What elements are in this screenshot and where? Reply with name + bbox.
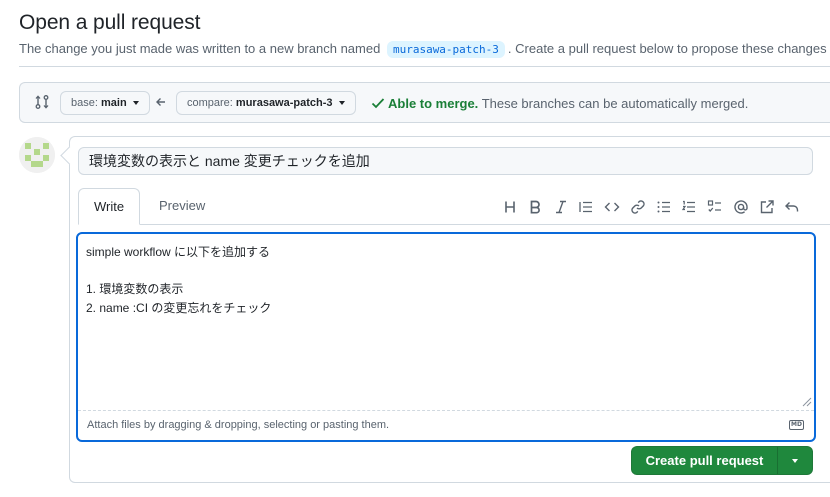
heading-icon[interactable] <box>502 199 518 215</box>
page-subtitle: The change you just made was written to … <box>19 41 827 58</box>
comment-body-textarea[interactable] <box>78 234 814 410</box>
unordered-list-icon[interactable] <box>656 199 672 215</box>
italic-icon[interactable] <box>553 199 569 215</box>
merge-message: These branches can be automatically merg… <box>481 96 749 111</box>
resize-handle-icon[interactable] <box>800 395 812 407</box>
title-input[interactable]: 環境変数の表示と name 変更チェックを追加 <box>78 147 813 175</box>
header-divider <box>19 66 830 67</box>
tabs-divider <box>78 224 830 225</box>
attach-files-text: Attach files by dragging & dropping, sel… <box>87 419 390 431</box>
merge-status: Able to merge. These branches can be aut… <box>371 96 748 111</box>
subtitle-text-after: . Create a pull request below to propose… <box>507 41 827 56</box>
task-list-icon[interactable] <box>707 199 723 215</box>
cross-reference-icon[interactable] <box>759 199 775 215</box>
merge-ok-text: Able to merge. <box>388 96 479 111</box>
mention-icon[interactable] <box>733 199 749 215</box>
bold-icon[interactable] <box>527 199 543 215</box>
branch-range-bar: base: main compare: murasawa-patch-3 Abl… <box>19 82 830 123</box>
subtitle-text-before: The change you just made was written to … <box>19 41 381 56</box>
quote-icon[interactable] <box>578 199 594 215</box>
chevron-down-icon <box>338 101 345 106</box>
branch-name-badge: murasawa-patch-3 <box>386 41 505 58</box>
markdown-icon: MD <box>789 420 804 430</box>
base-branch-value: main <box>100 97 127 109</box>
compare-branch-value: murasawa-patch-3 <box>235 97 333 109</box>
code-icon[interactable] <box>604 199 620 215</box>
create-pull-request-label: Create pull request <box>645 453 764 468</box>
arrow-left-icon <box>156 98 165 106</box>
base-branch-prefix: base: <box>71 97 98 109</box>
link-icon[interactable] <box>630 199 646 215</box>
check-icon <box>371 98 385 109</box>
base-branch-select[interactable]: base: main <box>60 91 150 115</box>
attach-files-bar[interactable]: Attach files by dragging & dropping, sel… <box>78 410 814 440</box>
tab-preview[interactable]: Preview <box>144 188 220 225</box>
ordered-list-icon[interactable] <box>681 199 697 215</box>
chevron-down-icon <box>132 101 139 106</box>
page-title: Open a pull request <box>19 11 201 34</box>
pull-request-form: 環境変数の表示と name 変更チェックを追加 Write Preview At… <box>69 136 830 483</box>
identicon-image <box>19 137 55 173</box>
create-pull-request-button[interactable]: Create pull request <box>631 446 813 475</box>
git-compare-icon <box>35 95 49 109</box>
compare-branch-select[interactable]: compare: murasawa-patch-3 <box>176 91 356 115</box>
compare-branch-prefix: compare: <box>187 97 233 109</box>
chevron-down-icon <box>792 459 798 463</box>
tab-write[interactable]: Write <box>78 188 141 225</box>
create-options-dropdown[interactable] <box>778 447 812 474</box>
comment-editor: Attach files by dragging & dropping, sel… <box>76 232 816 442</box>
undo-icon[interactable] <box>784 199 800 215</box>
avatar[interactable] <box>19 137 55 173</box>
